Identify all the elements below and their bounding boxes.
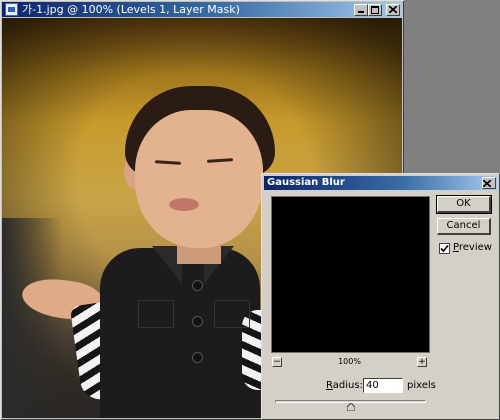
ok-button[interactable]: OK: [436, 195, 492, 214]
cancel-button[interactable]: Cancel: [437, 218, 491, 235]
radius-unit-label: pixels: [407, 380, 436, 391]
zoom-in-button[interactable]: +: [417, 357, 427, 367]
dialog-title-bar[interactable]: Gaussian Blur: [264, 176, 497, 190]
dialog-close-button[interactable]: [482, 177, 496, 189]
document-title: 가-1.jpg @ 100% (Levels 1, Layer Mask): [22, 3, 240, 16]
document-title-bar[interactable]: 가-1.jpg @ 100% (Levels 1, Layer Mask): [2, 2, 402, 17]
minimize-button[interactable]: [354, 4, 368, 16]
radius-input[interactable]: [363, 378, 403, 393]
photo-pocket-left: [138, 300, 174, 328]
photo-face: [135, 110, 263, 248]
close-button[interactable]: [386, 4, 400, 16]
zoom-level: 100%: [338, 357, 361, 366]
checkmark-icon: [440, 244, 449, 253]
dialog-title: Gaussian Blur: [267, 177, 345, 188]
photo-pocket-right: [214, 300, 250, 328]
filter-preview-area[interactable]: [271, 196, 430, 353]
radius-label: Radius:: [326, 380, 363, 391]
plus-icon: +: [418, 357, 426, 367]
photo-shirt-button: [192, 316, 203, 327]
close-icon: [482, 179, 492, 188]
radius-slider-thumb[interactable]: [346, 403, 355, 411]
gaussian-blur-dialog: Gaussian Blur − 100% + OK Cancel Preview…: [261, 173, 500, 420]
close-icon: [389, 6, 397, 13]
photo-shirt-button: [192, 352, 203, 363]
preview-checkbox[interactable]: [439, 243, 450, 254]
preview-checkbox-label[interactable]: Preview: [453, 242, 492, 254]
photoshop-document-icon[interactable]: [5, 3, 18, 16]
canvas-vignette: [2, 218, 62, 418]
photo-mouth: [169, 198, 199, 211]
maximize-button[interactable]: [368, 4, 382, 16]
photo-shirt-button: [192, 280, 203, 291]
